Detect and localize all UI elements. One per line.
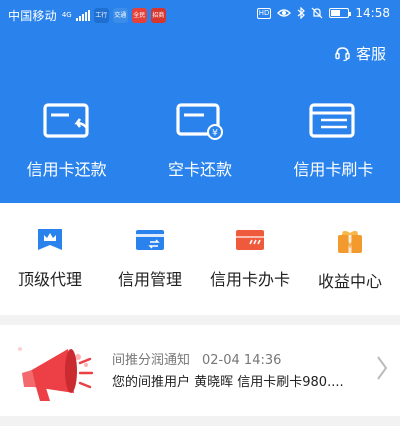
clock: 14:58 xyxy=(355,6,390,20)
headset-icon xyxy=(335,47,350,62)
status-left: 中国移动 4G 工行 交通 全民 招商 xyxy=(8,7,166,24)
card-swipe-label: 信用卡刷卡 xyxy=(293,160,374,179)
card-repay-label: 信用卡还款 xyxy=(26,160,107,179)
megaphone-icon xyxy=(18,347,94,401)
notification-card[interactable]: 间推分润通知 02-04 14:36 您的间推用户 黄晓晖 信用卡刷卡980...… xyxy=(0,325,400,416)
function-menu: 顶级代理 信用管理 信用卡办卡 ¥ 收益中心 xyxy=(0,203,400,315)
header-banner: 中国移动 4G 工行 交通 全民 招商 HD 14:58 客服 信用卡还款 ¥ … xyxy=(0,0,400,203)
menu-label-credit-management: 信用管理 xyxy=(117,270,182,289)
carrier-name: 中国移动 xyxy=(8,9,57,23)
empty-card-repay-label: 空卡还款 xyxy=(167,160,232,179)
network-type: 4G xyxy=(61,11,72,19)
notice-title-row: 间推分润通知 02-04 14:36 xyxy=(112,349,281,368)
app-badge-1: 交通 xyxy=(112,8,128,23)
menu-label-card-application: 信用卡办卡 xyxy=(209,270,290,289)
credit-card-icon xyxy=(136,230,164,250)
card-swipe-button[interactable]: 信用卡刷卡 xyxy=(267,100,400,180)
status-right: HD 14:58 xyxy=(256,6,390,20)
svg-text:¥: ¥ xyxy=(212,129,218,139)
card-swipe-icon xyxy=(309,103,355,138)
customer-service-button[interactable]: 客服 xyxy=(334,43,386,64)
battery-icon xyxy=(329,8,352,18)
gift-box-icon: ¥ xyxy=(338,230,362,253)
menu-item-income-center[interactable]: ¥ 收益中心 xyxy=(300,203,400,315)
menu-label-income-center: 收益中心 xyxy=(317,272,382,291)
hd-icon: HD xyxy=(256,7,272,19)
menu-item-credit-management[interactable]: 信用管理 xyxy=(100,203,200,315)
eye-icon xyxy=(277,9,292,17)
card-repay-button[interactable]: 信用卡还款 xyxy=(0,100,133,180)
crown-icon xyxy=(38,229,62,250)
card-repay-icon xyxy=(43,103,89,138)
menu-item-card-application[interactable]: 信用卡办卡 xyxy=(200,203,300,315)
svg-text:¥: ¥ xyxy=(347,241,353,251)
battery-level xyxy=(331,10,341,16)
mute-bell-icon xyxy=(311,7,323,19)
app-badge-3: 招商 xyxy=(150,8,166,23)
hero-actions: 信用卡还款 ¥ 空卡还款 信用卡刷卡 xyxy=(0,100,400,180)
app-badge-0: 工行 xyxy=(93,8,109,23)
chevron-right-icon xyxy=(377,356,388,380)
empty-card-repay-icon: ¥ xyxy=(176,103,223,140)
notice-title: 间推分润通知 xyxy=(112,353,191,368)
customer-service-label: 客服 xyxy=(355,45,386,63)
red-card-icon xyxy=(236,230,264,250)
bluetooth-icon xyxy=(298,7,306,19)
signal-icon xyxy=(75,10,90,21)
notice-time: 02-04 14:36 xyxy=(202,353,282,368)
app-badge-2: 全民 xyxy=(131,8,147,23)
menu-item-top-agent[interactable]: 顶级代理 xyxy=(0,203,100,315)
empty-card-repay-button[interactable]: ¥ 空卡还款 xyxy=(133,100,266,180)
notice-text: 您的间推用户 黄晓晖 信用卡刷卡980.... xyxy=(112,375,344,390)
status-bar: 中国移动 4G 工行 交通 全民 招商 HD 14:58 xyxy=(0,0,400,30)
menu-label-top-agent: 顶级代理 xyxy=(17,270,82,289)
